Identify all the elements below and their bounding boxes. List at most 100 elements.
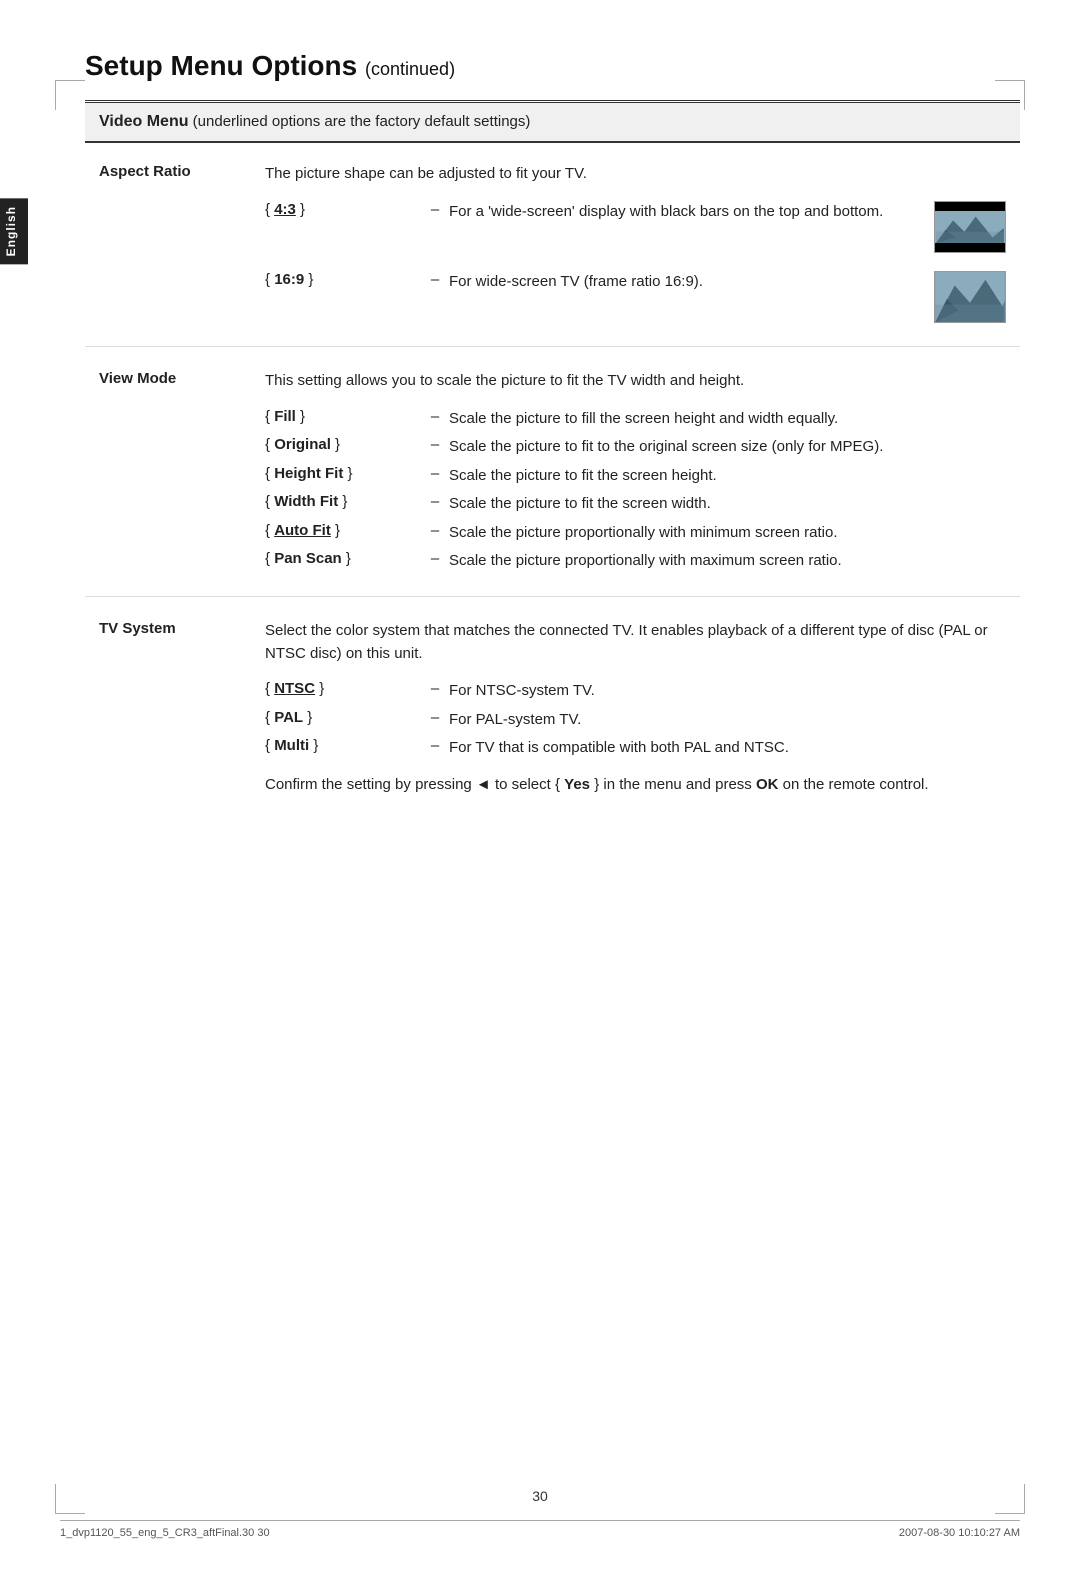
black-bar-bottom bbox=[935, 243, 1005, 252]
option-fill-key: { Fill } bbox=[265, 405, 425, 434]
footer: 1_dvp1120_55_eng_5_CR3_aftFinal.30 30 20… bbox=[60, 1520, 1020, 1539]
option-auto-fit-dash: – bbox=[425, 519, 445, 548]
footer-left: 1_dvp1120_55_eng_5_CR3_aftFinal.30 30 bbox=[60, 1527, 270, 1539]
mountain-svg-43 bbox=[935, 211, 1005, 243]
option-43: { 4:3 } – For a 'wide-screen' display wi… bbox=[265, 198, 1006, 256]
corner-br-vertical bbox=[1024, 1484, 1025, 1514]
aspect-ratio-content: The picture shape can be adjusted to fit… bbox=[265, 143, 1020, 346]
option-43-value: 4:3 bbox=[274, 201, 296, 218]
page-number: 30 bbox=[532, 1488, 548, 1504]
confirm-text: Confirm the setting by pressing ◄ to sel… bbox=[265, 773, 1006, 797]
option-fill-desc: Scale the picture to fill the screen hei… bbox=[445, 405, 1006, 434]
option-auto-fit-value: Auto Fit bbox=[274, 522, 331, 539]
option-pan-scan-key: { Pan Scan } bbox=[265, 547, 425, 576]
option-multi-value: Multi bbox=[274, 737, 309, 754]
corner-br-horizontal bbox=[995, 1513, 1025, 1514]
option-fill-value: Fill bbox=[274, 408, 296, 425]
option-fill-dash: – bbox=[425, 405, 445, 434]
aspect-ratio-desc: The picture shape can be adjusted to fit… bbox=[265, 163, 1006, 186]
mountain-svg-169 bbox=[935, 272, 1005, 322]
option-169: { 16:9 } – For wide-screen TV (frame rat… bbox=[265, 268, 1006, 326]
option-height-fit-value: Height Fit bbox=[274, 465, 343, 482]
option-pal-value: PAL bbox=[274, 709, 303, 726]
aspect-ratio-label-text: Aspect Ratio bbox=[99, 163, 191, 180]
option-pal-desc: For PAL-system TV. bbox=[445, 706, 1006, 735]
option-ntsc-desc: For NTSC-system TV. bbox=[445, 677, 1006, 706]
image-area-43 bbox=[935, 211, 1005, 243]
option-ntsc: { NTSC } – For NTSC-system TV. bbox=[265, 677, 1006, 706]
content-table: Aspect Ratio The picture shape can be ad… bbox=[85, 143, 1020, 817]
tv-system-label-text: TV System bbox=[99, 620, 176, 637]
option-width-fit-value: Width Fit bbox=[274, 493, 338, 510]
option-pal-dash: – bbox=[425, 706, 445, 735]
view-mode-section: View Mode This setting allows you to sca… bbox=[85, 350, 1020, 596]
corner-bl-horizontal bbox=[55, 1513, 85, 1514]
tv-system-section: TV System Select the color system that m… bbox=[85, 600, 1020, 817]
option-auto-fit-desc: Scale the picture proportionally with mi… bbox=[445, 519, 1006, 548]
option-width-fit-desc: Scale the picture to fit the screen widt… bbox=[445, 490, 1006, 519]
option-fill: { Fill } – Scale the picture to fill the… bbox=[265, 405, 1006, 434]
option-pan-scan-value: Pan Scan bbox=[274, 550, 342, 567]
spacer-43-169 bbox=[265, 256, 1006, 268]
option-height-fit-key: { Height Fit } bbox=[265, 462, 425, 491]
view-mode-content: This setting allows you to scale the pic… bbox=[265, 350, 1020, 596]
tv-system-options: { NTSC } – For NTSC-system TV. { PAL } –… bbox=[265, 677, 1006, 763]
corner-tl-horizontal bbox=[55, 80, 85, 81]
ok-button-label: OK bbox=[756, 776, 779, 793]
option-height-fit: { Height Fit } – Scale the picture to fi… bbox=[265, 462, 1006, 491]
video-menu-subtitle: (underlined options are the factory defa… bbox=[193, 113, 531, 130]
page-title-continued: (continued) bbox=[365, 59, 455, 79]
aspect-ratio-label: Aspect Ratio bbox=[85, 143, 265, 346]
option-43-desc: For a 'wide-screen' display with black b… bbox=[445, 198, 924, 256]
aspect-ratio-options: { 4:3 } – For a 'wide-screen' display wi… bbox=[265, 198, 1006, 326]
tv-thumb-169 bbox=[934, 271, 1006, 323]
option-multi: { Multi } – For TV that is compatible wi… bbox=[265, 734, 1006, 763]
tv-system-desc: Select the color system that matches the… bbox=[265, 620, 1006, 665]
option-ntsc-key: { NTSC } bbox=[265, 677, 425, 706]
option-pan-scan: { Pan Scan } – Scale the picture proport… bbox=[265, 547, 1006, 576]
option-multi-dash: – bbox=[425, 734, 445, 763]
tv-system-label: TV System bbox=[85, 600, 265, 817]
tv-thumb-43 bbox=[934, 201, 1006, 253]
view-mode-desc: This setting allows you to scale the pic… bbox=[265, 370, 1006, 393]
corner-tr-vertical bbox=[1024, 80, 1025, 110]
page-title-text: Setup Menu Options bbox=[85, 50, 357, 81]
option-169-key: { 16:9 } bbox=[265, 268, 425, 326]
page-title: Setup Menu Options (continued) bbox=[85, 50, 1020, 82]
option-pal: { PAL } – For PAL-system TV. bbox=[265, 706, 1006, 735]
option-original-dash: – bbox=[425, 433, 445, 462]
option-height-fit-dash: – bbox=[425, 462, 445, 491]
option-pan-scan-dash: – bbox=[425, 547, 445, 576]
option-height-fit-desc: Scale the picture to fit the screen heig… bbox=[445, 462, 1006, 491]
option-width-fit: { Width Fit } – Scale the picture to fit… bbox=[265, 490, 1006, 519]
option-original-key: { Original } bbox=[265, 433, 425, 462]
option-43-key: { 4:3 } bbox=[265, 198, 425, 256]
option-ntsc-value: NTSC bbox=[274, 680, 315, 697]
main-content: Setup Menu Options (continued) Video Men… bbox=[85, 50, 1020, 817]
view-mode-options: { Fill } – Scale the picture to fill the… bbox=[265, 405, 1006, 576]
option-auto-fit: { Auto Fit } – Scale the picture proport… bbox=[265, 519, 1006, 548]
option-width-fit-dash: – bbox=[425, 490, 445, 519]
view-mode-label-text: View Mode bbox=[99, 370, 176, 387]
continued-word: continued bbox=[371, 59, 449, 79]
option-original-desc: Scale the picture to fit to the original… bbox=[445, 433, 1006, 462]
option-original: { Original } – Scale the picture to fit … bbox=[265, 433, 1006, 462]
option-169-value: 16:9 bbox=[274, 271, 304, 288]
option-pan-scan-desc: Scale the picture proportionally with ma… bbox=[445, 547, 1006, 576]
aspect-ratio-section: Aspect Ratio The picture shape can be ad… bbox=[85, 143, 1020, 346]
tv-system-content: Select the color system that matches the… bbox=[265, 600, 1020, 817]
video-menu-title: Video Menu bbox=[99, 113, 189, 130]
sidebar-language-label: English bbox=[0, 198, 28, 264]
option-pal-key: { PAL } bbox=[265, 706, 425, 735]
option-43-image bbox=[924, 198, 1006, 256]
option-auto-fit-key: { Auto Fit } bbox=[265, 519, 425, 548]
option-original-value: Original bbox=[274, 436, 331, 453]
option-43-dash: – bbox=[425, 198, 445, 256]
option-width-fit-key: { Width Fit } bbox=[265, 490, 425, 519]
option-multi-desc: For TV that is compatible with both PAL … bbox=[445, 734, 1006, 763]
video-menu-header: Video Menu (underlined options are the f… bbox=[85, 103, 1020, 143]
yes-option: Yes bbox=[564, 776, 590, 793]
corner-tr-horizontal bbox=[995, 80, 1025, 81]
option-multi-key: { Multi } bbox=[265, 734, 425, 763]
black-bar-top bbox=[935, 202, 1005, 211]
